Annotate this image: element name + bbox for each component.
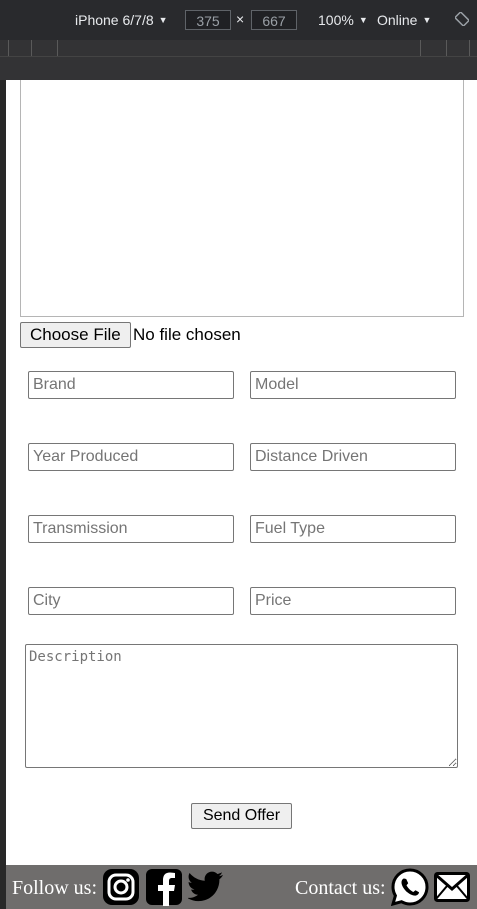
viewport-width-input[interactable]: 375 <box>185 10 231 30</box>
chevron-down-icon: ▼ <box>422 15 432 25</box>
year-produced-input[interactable] <box>28 443 234 471</box>
ruler-tick <box>8 40 9 56</box>
city-input[interactable] <box>28 587 234 615</box>
network-select-label: Online <box>377 12 418 28</box>
facebook-icon[interactable] <box>145 868 183 906</box>
distance-driven-input[interactable] <box>250 443 456 471</box>
ruler-tick <box>469 40 470 56</box>
twitter-icon[interactable] <box>188 871 224 903</box>
fuel-type-input[interactable] <box>250 515 456 543</box>
file-status-text: No file chosen <box>133 325 241 344</box>
model-input[interactable] <box>250 371 456 399</box>
dimension-separator: × <box>236 11 245 27</box>
footer: Follow us: Contact us: <box>6 865 477 909</box>
zoom-select-label: 100% <box>318 12 354 28</box>
ruler-band <box>0 40 477 57</box>
mail-icon[interactable] <box>434 872 470 902</box>
network-throttle-select[interactable]: Online ▼ <box>377 12 431 28</box>
page-viewport: Choose File No file chosen Send Offer Fo… <box>6 80 477 909</box>
instagram-icon[interactable] <box>102 868 140 906</box>
ruler-tick <box>420 40 421 56</box>
media-query-ruler <box>0 40 477 80</box>
price-input[interactable] <box>250 587 456 615</box>
viewport-height-input[interactable]: 667 <box>251 10 297 30</box>
contact-us-label: Contact us: <box>295 877 386 899</box>
chevron-down-icon: ▼ <box>158 15 168 25</box>
brand-input[interactable] <box>28 371 234 399</box>
device-select[interactable]: iPhone 6/7/8 ▼ <box>75 12 168 28</box>
description-textarea[interactable] <box>25 644 458 768</box>
follow-us-label: Follow us: <box>12 877 98 899</box>
chevron-down-icon: ▼ <box>358 15 368 25</box>
ruler-tick <box>31 40 32 56</box>
send-offer-button[interactable]: Send Offer <box>191 803 292 829</box>
device-select-label: iPhone 6/7/8 <box>75 12 154 28</box>
rotate-icon[interactable] <box>455 12 469 26</box>
whatsapp-icon[interactable] <box>391 868 429 906</box>
ruler-tick <box>446 40 447 56</box>
choose-file-button[interactable]: Choose File <box>20 322 131 348</box>
transmission-input[interactable] <box>28 515 234 543</box>
device-toolbar: iPhone 6/7/8 ▼ 375 × 667 100% ▼ Online ▼ <box>0 0 477 40</box>
zoom-select[interactable]: 100% ▼ <box>318 12 368 28</box>
ruler-tick <box>57 40 58 56</box>
image-preview-area <box>20 80 464 317</box>
